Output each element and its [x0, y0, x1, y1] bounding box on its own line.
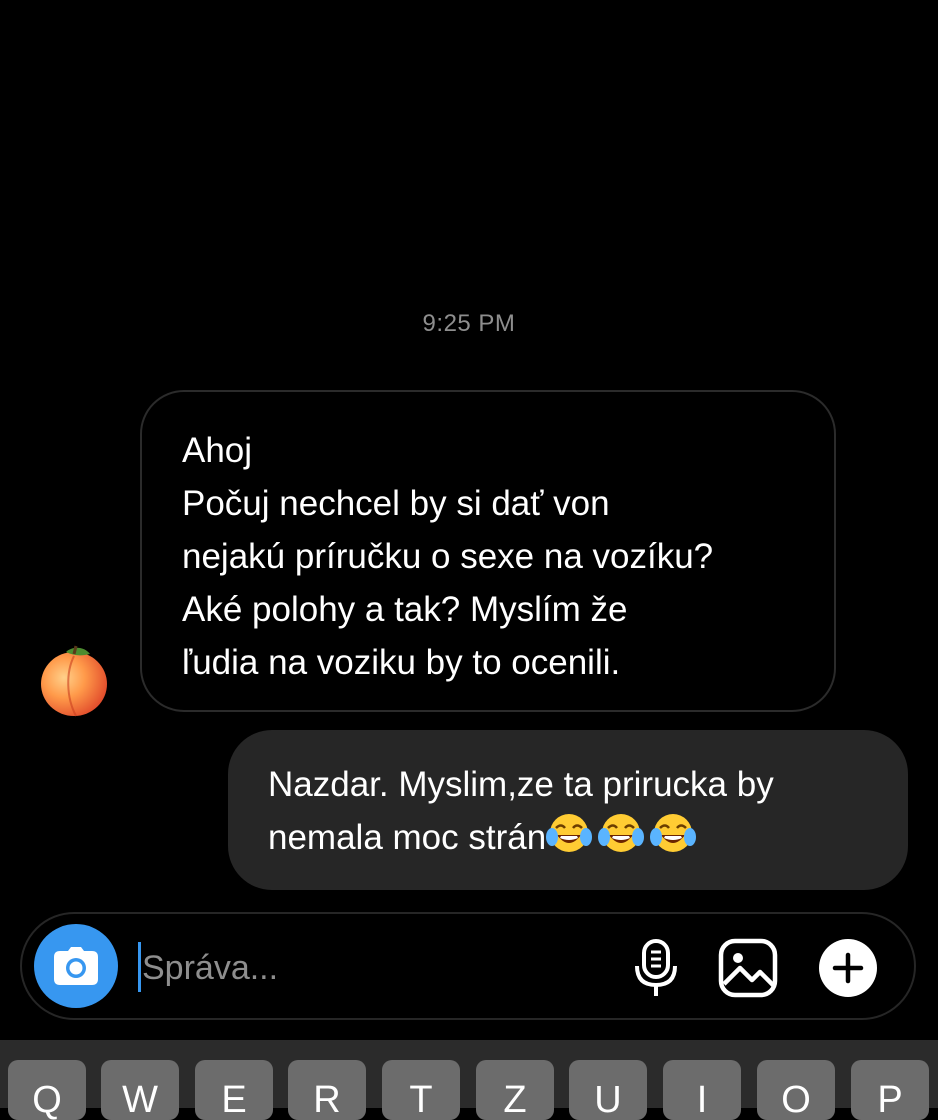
message-line: nejakú príručku o sexe na vozíku? — [182, 537, 714, 576]
outgoing-message-bubble[interactable]: Nazdar. Myslim,ze ta prirucka by nemala … — [228, 730, 908, 890]
microphone-icon — [635, 939, 677, 996]
camera-icon — [54, 947, 98, 985]
tears-of-joy-emoji-icon — [598, 814, 645, 852]
key[interactable]: P — [851, 1060, 929, 1120]
timestamp: 9:25 PM — [422, 310, 516, 337]
key[interactable]: I — [663, 1060, 741, 1120]
message-line-with-emoji: nemala moc strán — [268, 811, 868, 864]
sender-avatar-peach-icon[interactable] — [36, 642, 112, 718]
key[interactable]: R — [288, 1060, 366, 1120]
message-line: Počuj nechcel by si dať von — [182, 484, 610, 523]
microphone-button[interactable] — [624, 936, 688, 1000]
message-input[interactable] — [138, 944, 582, 992]
key[interactable]: O — [757, 1060, 835, 1120]
message-line: Aké polohy a tak? Myslím že — [182, 590, 628, 629]
message-line: Ahoj — [182, 431, 253, 470]
camera-button[interactable] — [34, 924, 118, 1008]
key[interactable]: U — [569, 1060, 647, 1120]
key[interactable]: Z — [476, 1060, 554, 1120]
message-line: Nazdar. Myslim,ze ta prirucka by — [268, 765, 774, 804]
tears-of-joy-emoji-icon — [546, 814, 593, 852]
incoming-message-bubble[interactable]: Ahoj Počuj nechcel by si dať von nejakú … — [140, 390, 836, 712]
message-line-text: nemala moc strán — [268, 818, 547, 857]
plus-icon — [819, 939, 877, 997]
message-composer — [20, 912, 916, 1020]
key[interactable]: E — [195, 1060, 273, 1120]
text-cursor — [138, 942, 141, 992]
key[interactable]: T — [382, 1060, 460, 1120]
key[interactable]: Q — [8, 1060, 86, 1120]
tears-of-joy-emoji-icon — [650, 814, 697, 852]
gallery-image-icon — [718, 938, 778, 998]
add-more-button[interactable] — [816, 936, 880, 1000]
key[interactable]: W — [101, 1060, 179, 1120]
message-line: ľudia na voziku by to ocenili. — [182, 643, 621, 682]
gallery-button[interactable] — [716, 936, 780, 1000]
on-screen-keyboard: Q W E R T Z U I O P — [0, 1040, 938, 1120]
